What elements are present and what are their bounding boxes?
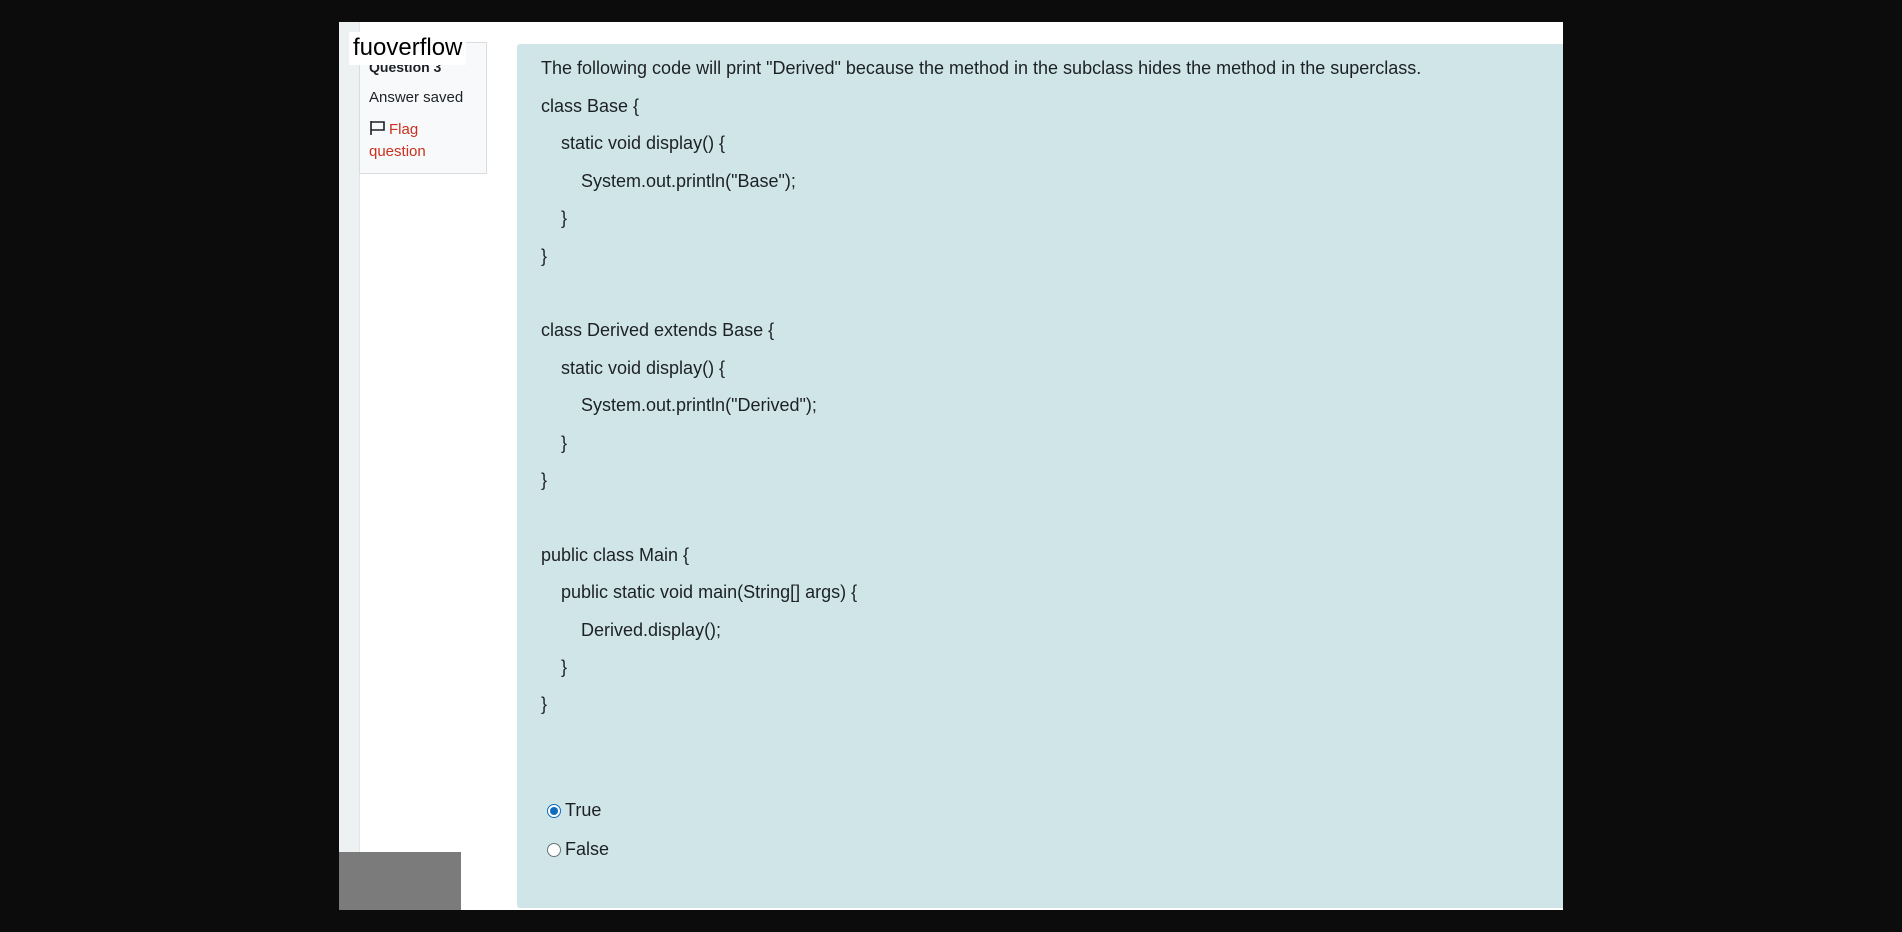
code-line: } [541,432,568,453]
answer-option-true[interactable]: True [547,800,601,821]
question-text: The following code will print "Derived" … [541,58,1422,78]
code-line: static void display() { [541,133,726,154]
answer-option-false[interactable]: False [547,839,609,860]
answer-label-true: True [565,800,602,820]
code-line: public class Main { [541,544,690,565]
answer-state: Answer saved [369,89,464,106]
code-line: static void display() { [541,357,726,378]
radio-false[interactable] [547,842,561,857]
quiz-page: fuoverflow Question 3 Answer saved Flag … [339,22,1563,910]
code-line: System.out.println("Derived"); [541,395,817,416]
code-line: } [541,657,568,677]
question-text-panel: The following code will print "Derived" … [517,44,1563,908]
code-line: public static void main(String[] args) { [541,582,858,603]
radio-true[interactable] [547,803,561,818]
watermark-logo [339,852,461,910]
code-line: Derived.display(); [541,619,722,640]
code-line: } [541,208,568,229]
code-line: } [541,470,548,490]
answer-label-false: False [565,839,610,859]
code-line: } [541,694,548,715]
flag-icon [370,121,385,135]
brand-label: fuoverflow [349,32,467,65]
flag-question-button[interactable]: Flag question [369,119,479,163]
code-line: System.out.println("Base"); [541,170,796,191]
code-line: class Derived extends Base { [541,320,775,341]
code-line: } [541,245,548,266]
left-rail [339,22,360,910]
code-line: class Base { [541,96,640,116]
